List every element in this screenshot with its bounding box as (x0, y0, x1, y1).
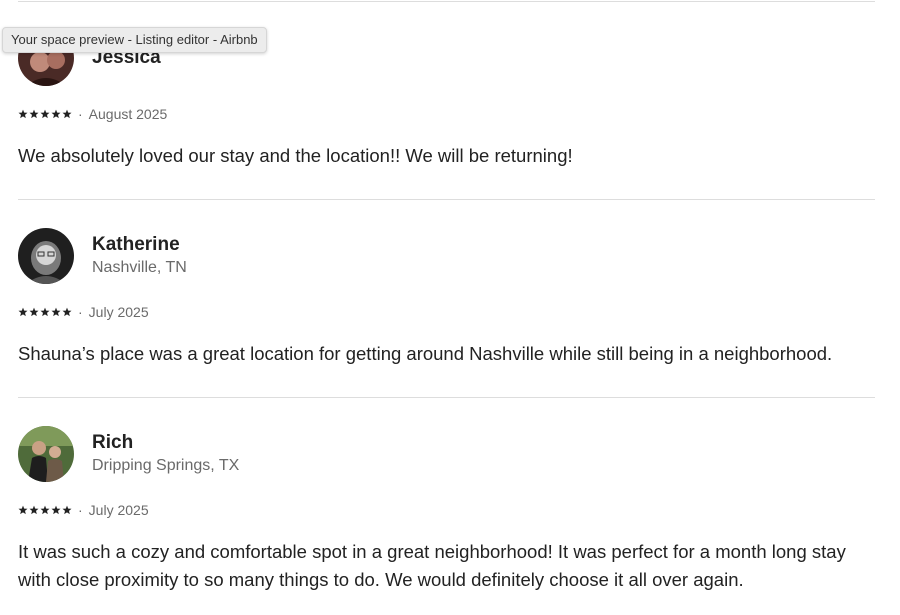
star-icon (40, 307, 50, 317)
divider (18, 199, 875, 200)
meta-separator: · (78, 304, 83, 320)
divider (18, 397, 875, 398)
reviewer-location: Nashville, TN (92, 259, 187, 276)
star-icon (40, 505, 50, 515)
star-icon (18, 109, 28, 119)
review-date: July 2025 (88, 502, 149, 518)
meta-separator: · (78, 106, 83, 122)
star-rating (18, 505, 72, 515)
review-meta: · July 2025 (18, 502, 149, 518)
star-icon (62, 109, 72, 119)
star-icon (29, 505, 39, 515)
review-date: August 2025 (88, 106, 168, 122)
star-icon (29, 307, 39, 317)
star-icon (51, 307, 61, 317)
star-icon (40, 109, 50, 119)
star-icon (29, 109, 39, 119)
reviews-page: Your space preview - Listing editor - Ai… (0, 0, 900, 615)
review-meta: · July 2025 (18, 304, 149, 320)
reviewer-name: Rich (92, 432, 134, 453)
divider (18, 1, 875, 2)
star-icon (18, 505, 28, 515)
avatar[interactable] (18, 228, 74, 284)
star-icon (51, 109, 61, 119)
star-icon (62, 307, 72, 317)
reviewer-name: Katherine (92, 234, 180, 255)
star-icon (51, 505, 61, 515)
star-rating (18, 307, 72, 317)
window-title-tooltip: Your space preview - Listing editor - Ai… (2, 27, 267, 53)
review-text: It was such a cozy and comfortable spot … (18, 541, 846, 590)
star-rating (18, 109, 72, 119)
review-text: Shauna’s place was a great location for … (18, 343, 833, 364)
review-meta: · August 2025 (18, 106, 167, 122)
review-text: We absolutely loved our stay and the loc… (18, 145, 573, 166)
star-icon (18, 307, 28, 317)
meta-separator: · (78, 502, 83, 518)
review-date: July 2025 (88, 304, 149, 320)
avatar[interactable] (18, 426, 74, 482)
star-icon (62, 505, 72, 515)
reviewer-location: Dripping Springs, TX (92, 457, 240, 474)
